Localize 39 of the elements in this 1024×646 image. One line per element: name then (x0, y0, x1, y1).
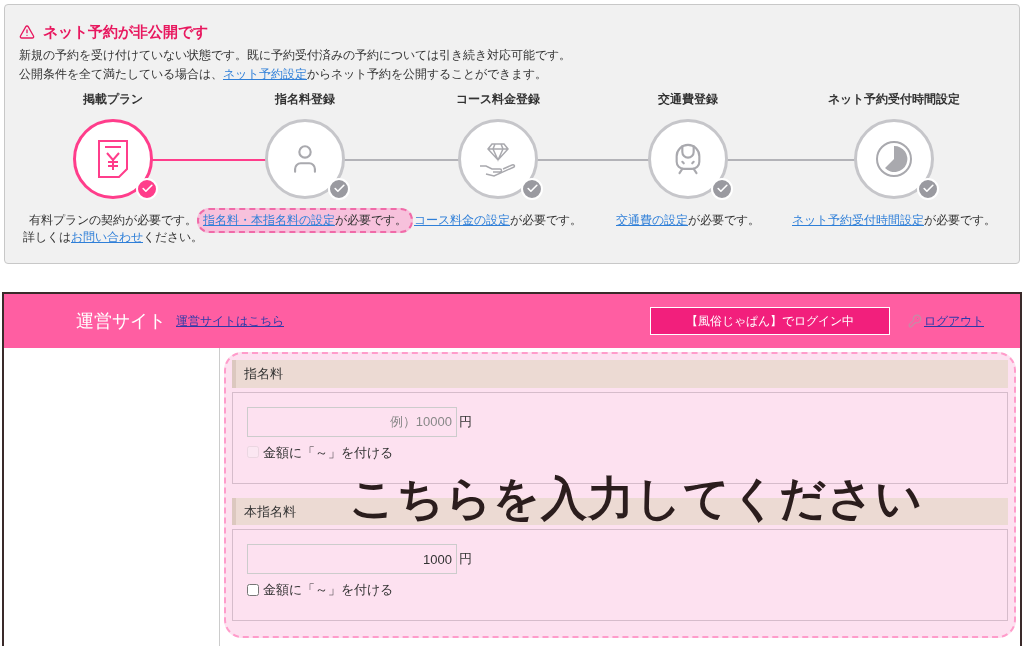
text-link[interactable]: ネット予約設定 (223, 66, 307, 81)
callout-text: こちらを入力してください (349, 471, 923, 526)
note-text: が必要です。 (688, 212, 760, 227)
step-title: 指名料登録 (275, 90, 335, 108)
warning-icon (19, 24, 35, 41)
text-link[interactable]: 指名料・本指名料の設定 (203, 212, 335, 227)
notice-title: ネット予約が非公開です (43, 22, 208, 42)
logout-link[interactable]: ログアウト (924, 312, 984, 330)
receipt-yen-icon (95, 138, 131, 179)
note-text: が必要です。 (335, 212, 407, 227)
checkbox-label: 金額に「～」を付ける (263, 581, 393, 599)
amount-input[interactable]: 1000 (247, 544, 457, 574)
note-text: が必要です。 (510, 212, 582, 227)
clock-icon (874, 138, 914, 179)
section-heading: 指名料 (232, 360, 1008, 388)
text-link[interactable]: 交通費の設定 (616, 212, 688, 227)
note-text: 新規の予約を受け付けていない状態です。既に予約受付済みの予約については引き続き対応可能です。 (19, 47, 571, 62)
unit-label: 円 (459, 550, 472, 569)
text-link[interactable]: ネット予約受付時間設定 (792, 212, 924, 227)
step-title: 交通費登録 (658, 90, 718, 108)
site-title: 運営サイト (76, 309, 166, 333)
text-link[interactable]: コース料金の設定 (414, 212, 510, 227)
tilde-checkbox[interactable] (247, 583, 259, 596)
text-link[interactable]: お問い合わせ (71, 229, 143, 244)
step-title: ネット予約受付時間設定 (828, 90, 960, 108)
site-link[interactable]: 運営サイトはこちら (176, 312, 284, 330)
note-text: 公開条件を全て満たしている場合は、 (19, 66, 223, 81)
note-text: ください。 (143, 229, 203, 244)
unit-label: 円 (459, 412, 472, 431)
note-text: 有料プランの契約が必要です。 (29, 212, 197, 227)
checkbox-label: 金額に「～」を付ける (263, 443, 393, 462)
step-title: 掲載プラン (83, 90, 143, 108)
amount-input[interactable]: 例）10000 (247, 406, 457, 437)
note-text: 詳しくは (23, 229, 71, 244)
login-status: 【風俗じゃぱん】でログイン中 (650, 307, 890, 335)
step-title: コース料金登録 (456, 90, 540, 108)
key-icon (908, 314, 922, 328)
note-text: からネット予約を公開することができます。 (307, 66, 547, 81)
note-text: が必要です。 (924, 212, 996, 227)
